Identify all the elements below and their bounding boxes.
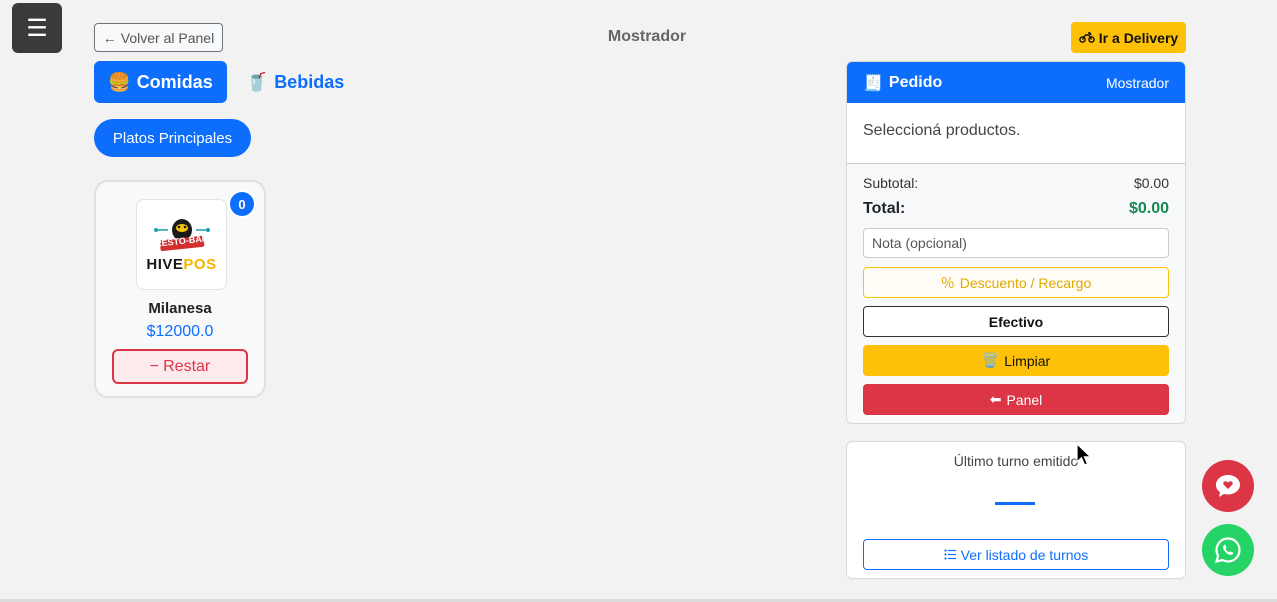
motorcycle-icon <box>1078 30 1095 46</box>
burger-icon: 🍔 <box>108 71 131 92</box>
go-to-delivery-label: Ir a Delivery <box>1098 29 1179 46</box>
order-mode: Mostrador <box>1105 74 1169 91</box>
total-label: Total: <box>863 200 906 217</box>
list-icon <box>944 547 956 563</box>
order-header: 🧾 Pedido Mostrador <box>847 62 1185 103</box>
order-title: Pedido <box>888 73 943 91</box>
last-turn-title: Último turno emitido <box>953 453 1079 469</box>
subtotal-label: Subtotal: <box>863 175 919 191</box>
subtract-label: Restar <box>163 357 211 375</box>
product-image: RESTO-BAR HIVEPOS <box>136 199 227 290</box>
chat-heart-icon <box>1216 475 1240 497</box>
go-to-delivery-button[interactable]: Ir a Delivery <box>1071 22 1186 53</box>
menu-icon: ☰ <box>26 14 48 42</box>
minus-icon: − <box>149 357 160 375</box>
view-turn-list-label: Ver listado de turnos <box>960 546 1089 563</box>
chat-button[interactable] <box>1202 460 1254 512</box>
arrow-left-icon: ⬅ <box>989 391 1002 407</box>
product-price: $12000.0 <box>146 323 214 340</box>
order-panel: 🧾 Pedido Mostrador Seleccioná productos.… <box>846 61 1186 424</box>
back-to-panel-label: Volver al Panel <box>120 29 215 46</box>
logo-word-pos: POS <box>183 256 217 273</box>
discount-surcharge-button[interactable]: ％ Descuento / Recargo <box>863 267 1169 298</box>
page-title: Mostrador <box>607 28 687 45</box>
last-turn-number-placeholder <box>995 502 1035 505</box>
trash-icon: 🗑️ <box>981 352 1000 368</box>
payment-method-button[interactable]: Efectivo <box>863 306 1169 337</box>
mouse-cursor-icon <box>1076 442 1093 467</box>
arrow-left-icon: ← <box>102 29 117 46</box>
quantity-badge: 0 <box>228 190 256 218</box>
panel-button[interactable]: ⬅ Panel <box>863 384 1169 415</box>
clear-order-label: Limpiar <box>1004 352 1051 369</box>
whatsapp-button[interactable] <box>1202 524 1254 576</box>
view-turn-list-button[interactable]: Ver listado de turnos <box>863 539 1169 570</box>
discount-surcharge-label: Descuento / Recargo <box>959 274 1092 291</box>
last-turn-panel: Último turno emitido Ver listado de turn… <box>846 441 1186 579</box>
tab-bebidas[interactable]: 🥤 Bebidas <box>240 61 350 103</box>
subtract-button[interactable]: − Restar <box>112 349 248 384</box>
total-value: $0.00 <box>1128 200 1169 217</box>
total-row: Total: $0.00 <box>863 199 1169 219</box>
panel-label: Panel <box>1006 391 1043 408</box>
subtotal-row: Subtotal: $0.00 <box>863 174 1169 192</box>
percent-icon: ％ <box>940 274 955 291</box>
tab-comidas-label: Comidas <box>136 71 213 92</box>
back-to-panel-button[interactable]: ← Volver al Panel <box>94 23 223 52</box>
tab-bebidas-label: Bebidas <box>274 71 345 92</box>
drink-icon: 🥤 <box>245 71 269 92</box>
note-input[interactable] <box>863 228 1169 258</box>
whatsapp-icon <box>1214 537 1241 564</box>
category-platos-principales[interactable]: Platos Principales <box>94 119 251 157</box>
tab-comidas[interactable]: 🍔 Comidas <box>94 61 227 103</box>
clear-order-button[interactable]: 🗑️ Limpiar <box>863 345 1169 376</box>
product-name: Milanesa <box>148 300 212 317</box>
logo-word-hive: HIVE <box>146 256 184 273</box>
hamburger-menu-button[interactable]: ☰ <box>12 3 62 53</box>
logo-wordmark: HIVEPOS <box>146 256 216 273</box>
product-card[interactable]: RESTO-BAR HIVEPOS 0 Milanesa $12000.0 − … <box>94 180 266 398</box>
order-empty-message: Seleccioná productos. <box>847 103 1185 164</box>
subtotal-value: $0.00 <box>1133 175 1169 191</box>
receipt-icon: 🧾 <box>863 74 883 92</box>
